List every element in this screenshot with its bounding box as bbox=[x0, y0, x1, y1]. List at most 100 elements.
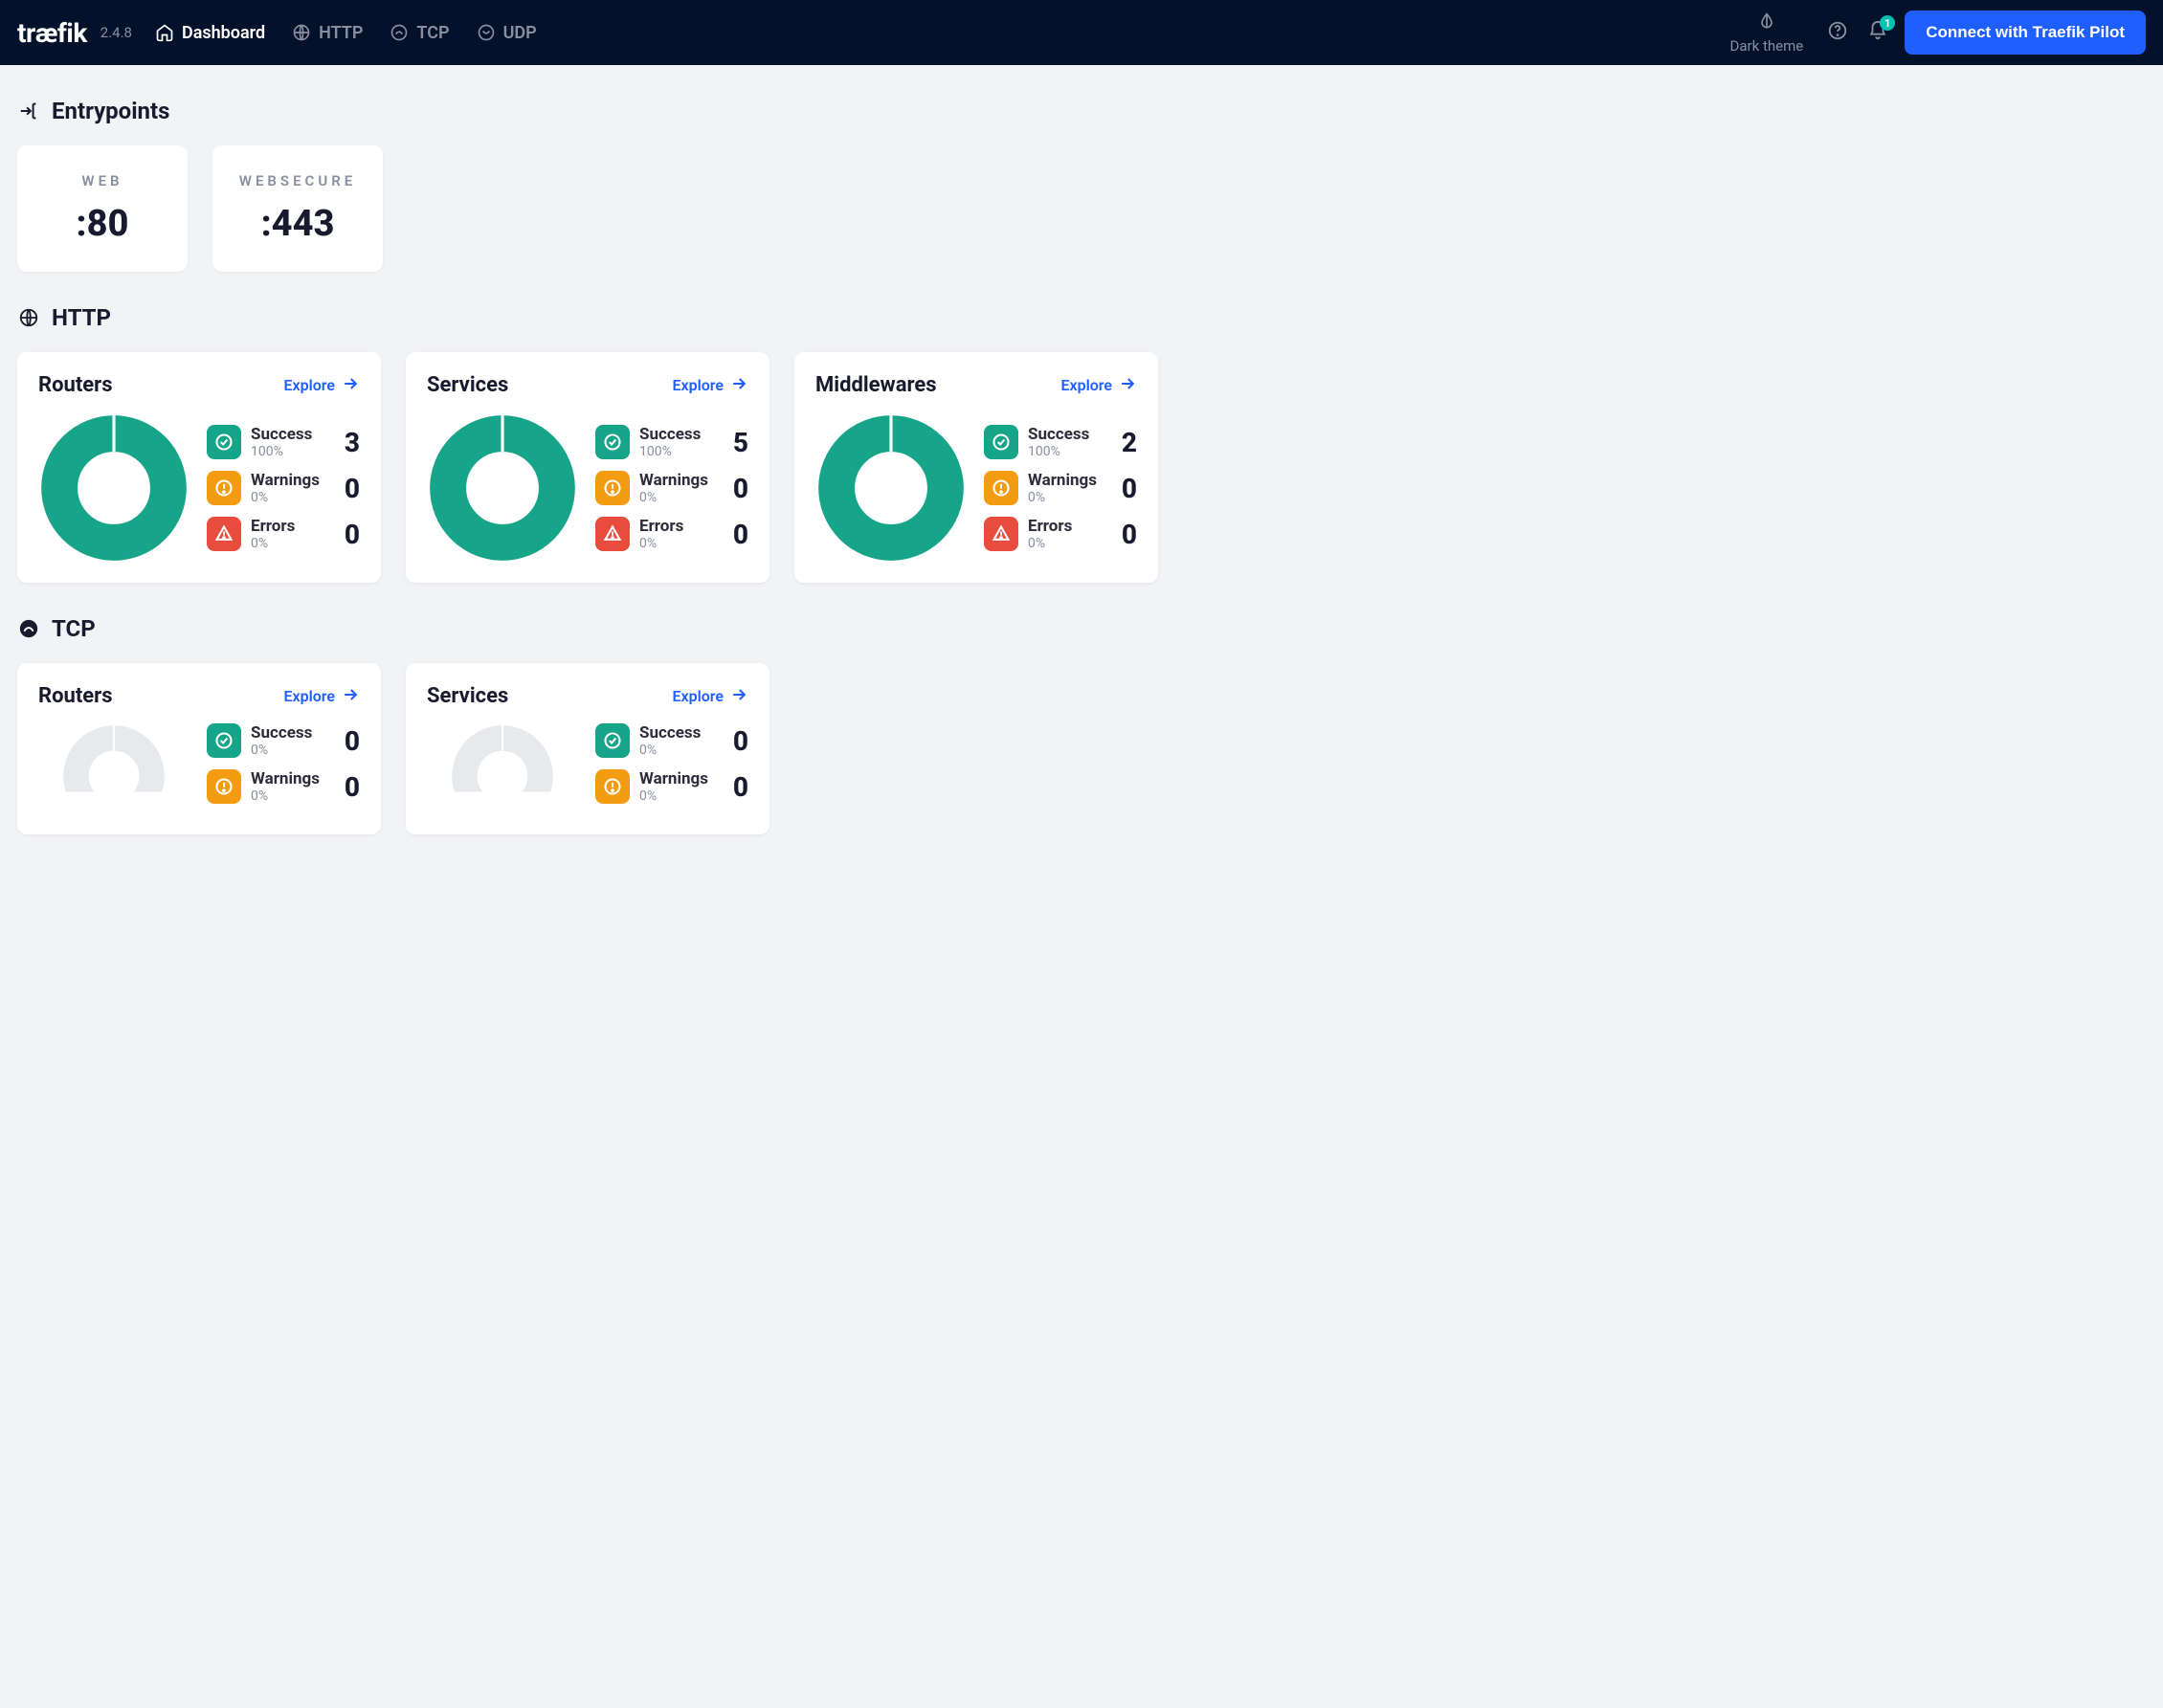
entrypoint-card-websecure[interactable]: WEBSECURE :443 bbox=[212, 145, 383, 272]
explore-link[interactable]: Explore bbox=[1060, 374, 1137, 397]
notifications-button[interactable]: 1 bbox=[1864, 19, 1891, 46]
stat-count: 0 bbox=[1118, 519, 1137, 550]
globe-icon bbox=[292, 23, 311, 42]
stat-success: Success0% 0 bbox=[595, 723, 748, 758]
alert-triangle-icon bbox=[595, 517, 630, 551]
stat-errors: Errors0% 0 bbox=[984, 517, 1137, 551]
section-entrypoints-label: Entrypoints bbox=[52, 98, 169, 124]
help-icon bbox=[1827, 20, 1848, 45]
droplet-icon bbox=[1757, 11, 1776, 34]
check-circle-icon bbox=[595, 425, 630, 459]
stat-success: Success0% 0 bbox=[207, 723, 360, 758]
nav-dashboard[interactable]: Dashboard bbox=[155, 23, 265, 43]
help-button[interactable] bbox=[1824, 19, 1851, 46]
stat-warnings: Warnings0% 0 bbox=[595, 769, 748, 804]
donut-chart bbox=[815, 412, 967, 564]
stat-count: 2 bbox=[1118, 427, 1137, 458]
nav-http[interactable]: HTTP bbox=[292, 23, 363, 43]
stat-success: Success100% 2 bbox=[984, 425, 1137, 459]
version-label: 2.4.8 bbox=[100, 24, 132, 41]
card-title: Routers bbox=[38, 684, 113, 708]
arrow-right-icon bbox=[341, 685, 360, 708]
section-entrypoints-title: Entrypoints bbox=[17, 98, 2146, 124]
tcp-routers-card: Routers Explore Success0% 0 bbox=[17, 663, 381, 834]
alert-triangle-icon bbox=[984, 517, 1018, 551]
nav-http-label: HTTP bbox=[319, 23, 363, 43]
tcp-cards: Routers Explore Success0% 0 bbox=[17, 663, 2146, 834]
explore-link[interactable]: Explore bbox=[672, 685, 748, 708]
globe-icon bbox=[17, 306, 40, 329]
stat-errors: Errors0% 0 bbox=[595, 517, 748, 551]
http-middlewares-card: Middlewares Explore Success100% 2 bbox=[794, 352, 1158, 583]
alert-circle-icon bbox=[595, 769, 630, 804]
stat-count: 0 bbox=[341, 771, 360, 803]
stat-warnings: Warnings0% 0 bbox=[595, 471, 748, 505]
entrypoint-name: WEB bbox=[81, 172, 123, 189]
entrypoints-row: WEB :80 WEBSECURE :443 bbox=[17, 145, 2146, 272]
http-cards: Routers Explore Success100% 3 bbox=[17, 352, 2146, 583]
connect-pilot-button[interactable]: Connect with Traefik Pilot bbox=[1905, 11, 2146, 55]
stat-count: 0 bbox=[341, 725, 360, 757]
arrow-right-icon bbox=[341, 374, 360, 397]
stat-count: 0 bbox=[729, 725, 748, 757]
nav-tcp-label: TCP bbox=[416, 23, 449, 43]
explore-label: Explore bbox=[1060, 376, 1112, 394]
section-http-title: HTTP bbox=[17, 304, 2146, 331]
card-title: Middlewares bbox=[815, 373, 937, 397]
explore-link[interactable]: Explore bbox=[283, 685, 360, 708]
theme-toggle[interactable]: Dark theme bbox=[1730, 11, 1804, 55]
alert-circle-icon bbox=[207, 769, 241, 804]
http-routers-card: Routers Explore Success100% 3 bbox=[17, 352, 381, 583]
check-circle-icon bbox=[207, 723, 241, 758]
arrow-right-icon bbox=[1118, 374, 1137, 397]
main: Entrypoints WEB :80 WEBSECURE :443 HTTP … bbox=[0, 65, 2163, 873]
stat-errors: Errors0% 0 bbox=[207, 517, 360, 551]
notifications-badge: 1 bbox=[1880, 15, 1895, 31]
donut-chart bbox=[38, 723, 190, 829]
stat-count: 0 bbox=[1118, 473, 1137, 504]
tcp-icon bbox=[17, 617, 40, 640]
alert-circle-icon bbox=[984, 471, 1018, 505]
tcp-icon bbox=[390, 23, 409, 42]
theme-label: Dark theme bbox=[1730, 37, 1804, 55]
explore-link[interactable]: Explore bbox=[672, 374, 748, 397]
check-circle-icon bbox=[595, 723, 630, 758]
check-circle-icon bbox=[984, 425, 1018, 459]
section-tcp-title: TCP bbox=[17, 615, 2146, 642]
entrypoint-name: WEBSECURE bbox=[239, 172, 356, 189]
stat-count: 0 bbox=[341, 519, 360, 550]
http-services-card: Services Explore Success100% 5 bbox=[406, 352, 769, 583]
entrypoint-port: :80 bbox=[77, 203, 129, 245]
stat-success: Success100% 3 bbox=[207, 425, 360, 459]
section-http-label: HTTP bbox=[52, 304, 111, 331]
section-tcp-label: TCP bbox=[52, 615, 96, 642]
card-title: Routers bbox=[38, 373, 113, 397]
explore-label: Explore bbox=[672, 687, 724, 705]
alert-circle-icon bbox=[595, 471, 630, 505]
stat-warnings: Warnings0% 0 bbox=[207, 471, 360, 505]
donut-chart bbox=[38, 412, 190, 564]
arrow-right-icon bbox=[729, 685, 748, 708]
header: træfik 2.4.8 Dashboard HTTP TCP UDP bbox=[0, 0, 2163, 65]
nav: Dashboard HTTP TCP UDP bbox=[155, 23, 1709, 43]
entrypoints-icon bbox=[17, 100, 40, 122]
explore-label: Explore bbox=[672, 376, 724, 394]
nav-udp[interactable]: UDP bbox=[477, 23, 537, 43]
explore-link[interactable]: Explore bbox=[283, 374, 360, 397]
card-title: Services bbox=[427, 684, 508, 708]
stat-count: 0 bbox=[341, 473, 360, 504]
alert-triangle-icon bbox=[207, 517, 241, 551]
card-title: Services bbox=[427, 373, 508, 397]
stat-warnings: Warnings0% 0 bbox=[207, 769, 360, 804]
arrow-right-icon bbox=[729, 374, 748, 397]
udp-icon bbox=[477, 23, 496, 42]
home-icon bbox=[155, 23, 174, 42]
nav-tcp[interactable]: TCP bbox=[390, 23, 449, 43]
entrypoint-port: :443 bbox=[261, 203, 335, 245]
donut-chart bbox=[427, 723, 578, 829]
nav-dashboard-label: Dashboard bbox=[182, 23, 265, 43]
logo: træfik bbox=[17, 17, 87, 49]
entrypoint-card-web[interactable]: WEB :80 bbox=[17, 145, 188, 272]
check-circle-icon bbox=[207, 425, 241, 459]
nav-udp-label: UDP bbox=[503, 23, 537, 43]
